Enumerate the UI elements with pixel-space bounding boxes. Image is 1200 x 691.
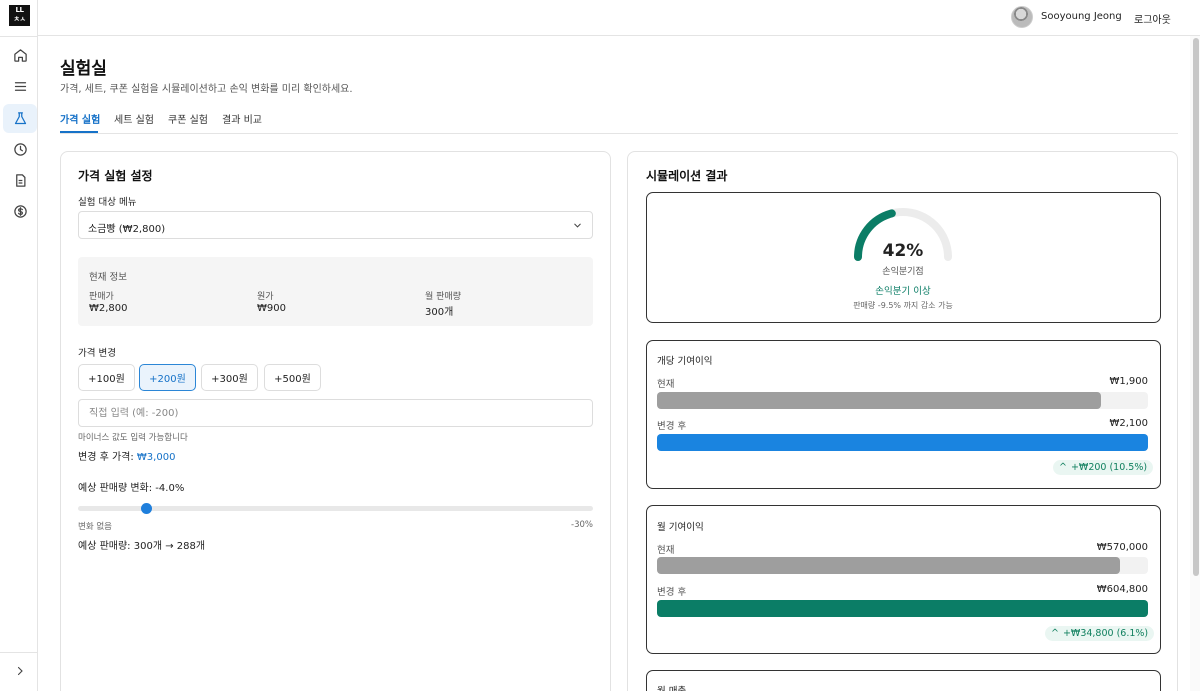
monthly-margin-after-value: ₩604,800	[1096, 584, 1148, 595]
slider-min-label: 변화 없음	[78, 522, 112, 532]
custom-price-input[interactable]	[78, 399, 593, 427]
chevron-down-icon	[572, 220, 583, 234]
sales-forecast: 예상 판매량: 300개 → 288개	[78, 541, 206, 552]
top-header: Sooyoung Jeong 로그아웃	[38, 0, 1200, 36]
divider	[0, 652, 38, 653]
monthly-margin-current-value: ₩570,000	[1096, 542, 1148, 553]
settings-title: 가격 실험 설정	[78, 169, 153, 183]
monthly-margin-title: 월 기여이익	[657, 522, 704, 533]
unit-margin-change-badge: ^ +₩200 (10.5%)	[1053, 460, 1154, 475]
price-input-hint: 마이너스 값도 입력 가능합니다	[78, 433, 188, 443]
monthly-margin-after-bar	[657, 600, 1148, 617]
sales-change-slider-track[interactable]	[78, 506, 593, 511]
gauge-percent: 42%	[882, 241, 924, 261]
gauge-caption: 손익분기점	[882, 267, 924, 277]
logout-button[interactable]: 로그아웃	[1134, 11, 1171, 26]
menu-icon	[14, 82, 26, 91]
tab-set-experiment[interactable]: 세트 실험	[114, 111, 154, 126]
price-option-100[interactable]: +100원	[78, 364, 135, 391]
trend-up-icon: ^	[1059, 462, 1067, 473]
after-price-label-text: 변경 후 가격:	[78, 452, 134, 463]
home-icon	[13, 49, 27, 62]
scrollbar-thumb[interactable]	[1193, 38, 1199, 576]
info-label-price: 판매가	[89, 292, 114, 302]
unit-margin-after-value: ₩2,100	[1109, 418, 1148, 429]
dollar-icon	[13, 205, 27, 218]
price-option-500[interactable]: +500원	[264, 364, 321, 391]
document-icon	[15, 174, 25, 187]
info-label-monthly-sales: 월 판매량	[425, 292, 461, 302]
unit-margin-current-value: ₩1,900	[1109, 376, 1148, 387]
menu-select[interactable]: 소금빵 (₩2,800)	[78, 211, 593, 239]
sidebar-item-pricing[interactable]	[3, 197, 37, 226]
price-change-label: 가격 변경	[78, 348, 116, 359]
sidebar-item-lab[interactable]	[3, 104, 37, 133]
monthly-margin-change-badge: ^ +₩34,800 (6.1%)	[1045, 626, 1155, 641]
menu-select-label: 실험 대상 메뉴	[78, 197, 137, 208]
after-price-value: ₩3,000	[136, 452, 176, 463]
chevron-right-icon	[17, 666, 23, 676]
info-value-price: ₩2,800	[89, 303, 128, 314]
unit-margin-change: +₩200 (10.5%)	[1070, 462, 1148, 473]
page-title: 실험실	[60, 59, 107, 79]
tab-price-experiment[interactable]: 가격 실험	[60, 111, 100, 126]
active-tab-indicator	[60, 131, 98, 133]
brand-logo[interactable]: LL ㅊㅅ	[9, 5, 30, 26]
monthly-margin-change: +₩34,800 (6.1%)	[1062, 628, 1149, 639]
unit-margin-current-label: 현재	[657, 379, 675, 390]
monthly-margin-current-bar	[657, 557, 1148, 574]
price-option-300[interactable]: +300원	[201, 364, 258, 391]
sidebar: LL ㅊㅅ	[0, 0, 38, 691]
results-title: 시뮬레이션 결과	[646, 169, 728, 183]
unit-margin-after-bar	[657, 434, 1148, 451]
avatar[interactable]	[1011, 6, 1033, 28]
tab-result-compare[interactable]: 결과 비교	[222, 111, 262, 126]
sidebar-item-menu[interactable]	[3, 72, 37, 101]
unit-margin-current-fill	[657, 392, 1102, 409]
user-name: Sooyoung Jeong	[1041, 11, 1122, 22]
page-description: 가격, 세트, 쿠폰 실험을 시뮬레이션하고 손익 변화를 미리 확인하세요.	[60, 84, 353, 95]
flask-icon	[14, 112, 26, 125]
sidebar-expand-button[interactable]	[11, 662, 29, 680]
brand-logo-text: LL ㅊㅅ	[13, 6, 26, 23]
monthly-margin-after-label: 변경 후	[657, 587, 687, 598]
tab-bar: 가격 실험 세트 실험 쿠폰 실험 결과 비교	[60, 104, 1178, 134]
slider-max-label: -30%	[571, 520, 593, 530]
monthly-revenue-title: 월 매출	[657, 683, 686, 691]
monthly-margin-current-fill	[657, 557, 1120, 574]
current-info-title: 현재 정보	[89, 272, 127, 283]
clock-icon	[13, 143, 27, 156]
menu-select-value: 소금빵 (₩2,800)	[88, 224, 166, 235]
break-even-note: 판매량 -9.5% 까지 감소 가능	[853, 301, 953, 310]
after-price-label: 변경 후 가격: ₩3,000	[78, 448, 175, 463]
unit-margin-title: 개당 기여이익	[657, 356, 713, 367]
sidebar-item-home[interactable]	[3, 41, 37, 70]
current-info-box	[78, 257, 593, 326]
trend-up-icon: ^	[1051, 628, 1059, 639]
unit-margin-current-bar	[657, 392, 1148, 409]
monthly-margin-after-fill	[657, 600, 1148, 617]
break-even-status: 손익분기 이상	[875, 286, 931, 297]
info-label-cost: 원가	[257, 292, 274, 302]
price-option-200[interactable]: +200원	[139, 364, 196, 391]
divider	[0, 36, 38, 37]
unit-margin-after-fill	[657, 434, 1148, 451]
monthly-margin-current-label: 현재	[657, 545, 675, 556]
info-value-monthly-sales: 300개	[425, 307, 454, 318]
sidebar-item-documents[interactable]	[3, 166, 37, 195]
monthly-revenue-card	[646, 670, 1161, 691]
sidebar-item-history[interactable]	[3, 135, 37, 164]
sales-change-label: 예상 판매량 변화: -4.0%	[78, 483, 185, 494]
unit-margin-after-label: 변경 후	[657, 421, 687, 432]
info-value-cost: ₩900	[257, 303, 286, 314]
tab-coupon-experiment[interactable]: 쿠폰 실험	[168, 111, 208, 126]
